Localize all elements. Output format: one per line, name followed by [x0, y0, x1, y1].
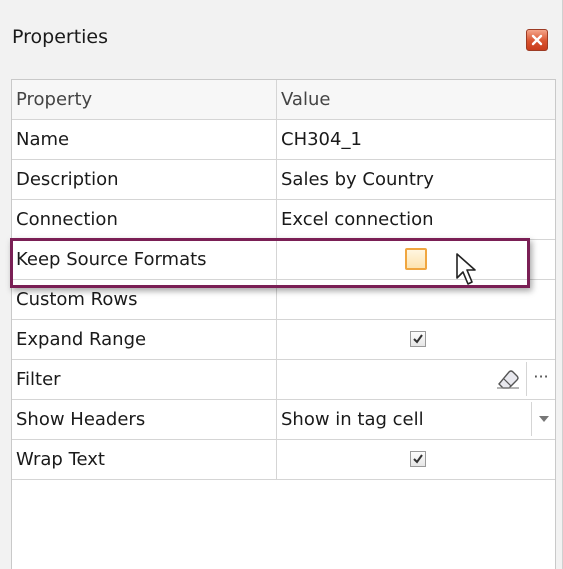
property-name: Name [16, 129, 70, 150]
property-value[interactable] [277, 280, 555, 319]
properties-panel: Properties Property Value Name CH304_1 D… [0, 0, 563, 569]
property-row-name[interactable]: Name CH304_1 [12, 120, 555, 160]
expand-range-checkbox[interactable] [410, 331, 426, 347]
property-value[interactable]: Sales by Country [277, 160, 555, 199]
property-row-show-headers[interactable]: Show Headers Show in tag cell [12, 400, 555, 440]
wrap-text-checkbox[interactable] [410, 451, 426, 467]
property-name: Connection [16, 209, 118, 230]
eraser-icon [497, 370, 519, 389]
property-value[interactable]: CH304_1 [277, 120, 555, 159]
column-divider [276, 80, 277, 480]
filter-ellipsis-button[interactable]: ··· [526, 362, 555, 396]
checkmark-icon [413, 454, 423, 464]
property-value[interactable]: Excel connection [277, 200, 555, 239]
mouse-pointer-icon [455, 252, 481, 292]
property-row-connection[interactable]: Connection Excel connection [12, 200, 555, 240]
property-grid: Property Value Name CH304_1 Description … [11, 79, 556, 569]
clear-filter-button[interactable] [490, 362, 526, 396]
property-name: Filter [16, 369, 61, 390]
property-name: Expand Range [16, 329, 147, 350]
property-name: Keep Source Formats [16, 249, 207, 270]
property-row-filter[interactable]: Filter ··· [12, 360, 555, 400]
property-name: Wrap Text [16, 449, 105, 470]
dropdown-arrow-icon [538, 416, 549, 422]
close-button[interactable] [526, 29, 548, 51]
grid-header-row: Property Value [12, 80, 555, 120]
column-header-property: Property [16, 89, 93, 110]
property-name: Show Headers [16, 409, 146, 430]
property-row-wrap-text[interactable]: Wrap Text [12, 440, 555, 480]
column-header-value: Value [281, 89, 331, 110]
close-icon [531, 34, 543, 46]
property-name: Custom Rows [16, 289, 138, 310]
property-row-expand-range[interactable]: Expand Range [12, 320, 555, 360]
property-name: Description [16, 169, 119, 190]
panel-title: Properties [12, 26, 109, 48]
show-headers-select[interactable]: Show in tag cell [277, 400, 527, 439]
checkmark-icon [413, 334, 423, 344]
keep-source-formats-checkbox[interactable] [405, 248, 427, 270]
property-row-description[interactable]: Description Sales by Country [12, 160, 555, 200]
show-headers-dropdown-button[interactable] [531, 402, 555, 436]
